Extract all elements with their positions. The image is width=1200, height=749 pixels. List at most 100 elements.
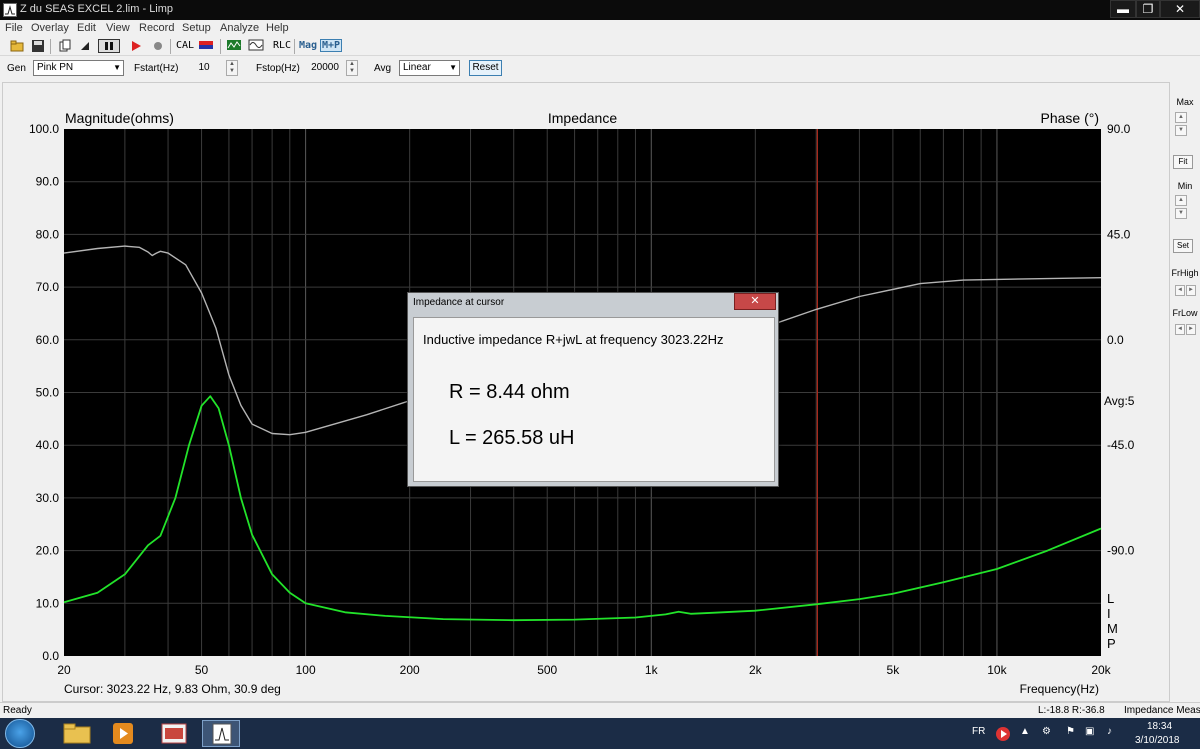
min-up-icon[interactable]: ▲ [1175,195,1187,206]
gen-label: Gen [7,63,26,74]
rlc-button[interactable]: RLC [273,40,291,51]
dialog-close-button[interactable]: ✕ [734,293,776,310]
limp-app-icon[interactable] [202,720,240,747]
y-tick-label-left: 100.0 [29,122,59,136]
max-label: Max [1176,97,1194,107]
play-icon[interactable] [129,39,143,53]
reset-button[interactable]: Reset [469,60,502,76]
inductance-value: L = 265.58 uH [449,427,575,449]
x-tick-label: 5k [887,663,901,677]
fstop-stepper[interactable]: ▲ ▼ [346,60,358,76]
fstart-stepper[interactable]: ▲ ▼ [226,60,238,76]
x-axis-label: Frequency(Hz) [1020,682,1099,696]
monitor-tray-icon[interactable]: ▣ [1085,726,1094,737]
calibrate-icon[interactable] [198,39,214,53]
y-tick-label-left: 60.0 [36,333,60,347]
y-tick-label-right: -90.0 [1107,544,1135,558]
menu-record[interactable]: Record [139,22,174,34]
min-down-icon[interactable]: ▼ [1175,208,1187,219]
y-tick-label-right: -45.0 [1107,438,1135,452]
max-down-icon[interactable]: ▼ [1175,125,1187,136]
open-file-icon[interactable] [10,39,24,53]
y-tick-label-right: 90.0 [1107,122,1131,136]
fit-button[interactable]: Fit [1173,155,1193,169]
y-axis-label-left: Magnitude(ohms) [65,110,174,126]
x-tick-label: 100 [296,663,316,677]
x-tick-label: 10k [987,663,1007,677]
explorer-icon[interactable] [58,720,96,747]
clock-date[interactable]: 3/10/2018 [1135,735,1180,746]
menu-bar: File Overlay Edit View Record Setup Anal… [0,20,1200,37]
clock-time[interactable]: 18:34 [1147,721,1172,732]
frhigh-right-icon[interactable]: ► [1186,285,1196,296]
frlow-label: FrLow [1172,308,1198,318]
menu-file[interactable]: File [5,22,23,34]
max-up-icon[interactable]: ▲ [1175,112,1187,123]
limp-app-icon [3,3,17,17]
toolbar-separator [170,39,171,54]
network-tray-icon[interactable]: ⚙ [1042,726,1051,737]
minimize-button[interactable]: ▬ [1110,0,1136,18]
frhigh-left-icon[interactable]: ◄ [1175,285,1185,296]
app-tray-icon[interactable] [995,726,1011,742]
title-bar: Z du SEAS EXCEL 2.lim - Limp ▬ ❐ ✕ [0,0,1200,20]
menu-view[interactable]: View [106,22,130,34]
status-text: Ready [3,705,32,716]
set-button[interactable]: Set [1173,239,1193,253]
dialog-title: Impedance at cursor [413,297,505,308]
copy-icon[interactable] [58,39,72,53]
y-axis-label-right: Phase (°) [1040,110,1099,126]
toolbar: CAL RLC Mag M+P [0,37,1200,56]
media-player-icon[interactable] [104,720,142,747]
frlow-left-icon[interactable]: ◄ [1175,324,1185,335]
x-tick-label: 2k [749,663,763,677]
waveform-icon[interactable] [248,39,264,53]
status-mode: Impedance Measur [1124,705,1200,716]
calibrate-button[interactable]: CAL [176,40,194,51]
frlow-right-icon[interactable]: ► [1186,324,1196,335]
dialog-body: Inductive impedance R+jwL at frequency 3… [413,317,775,482]
show-hidden-icons-icon[interactable]: ▲ [1020,726,1030,737]
record-icon[interactable] [151,39,165,53]
fstop-input[interactable]: 20000 [307,60,343,76]
mag-phase-button[interactable]: M+P [320,39,343,52]
fstart-input[interactable]: 10 [190,60,218,76]
save-icon[interactable] [31,39,45,53]
x-tick-label: 50 [195,663,209,677]
fstop-label: Fstop(Hz) [256,63,300,74]
min-label: Min [1177,181,1193,191]
maximize-button[interactable]: ❐ [1136,0,1160,18]
avg-value: Linear [403,62,431,73]
menu-setup[interactable]: Setup [182,22,211,34]
signal-icon[interactable] [226,39,242,53]
pause-icon[interactable] [98,39,120,53]
volume-icon[interactable]: ♪ [1107,726,1112,737]
flag-tray-icon[interactable]: ⚑ [1066,726,1075,737]
chart-title: Impedance [548,110,617,126]
avg-select[interactable]: Linear ▼ [399,60,460,76]
avg-label: Avg:5 [1104,394,1135,408]
x-tick-label: 20k [1091,663,1111,677]
photo-app-icon[interactable] [155,720,193,747]
resistance-value: R = 8.44 ohm [449,381,570,403]
menu-overlay[interactable]: Overlay [31,22,69,34]
generator-select[interactable]: Pink PN ▼ [33,60,124,76]
status-levels: L:-18.8 R:-36.8 [1038,705,1105,716]
mag-button[interactable]: Mag [299,40,317,51]
menu-analyze[interactable]: Analyze [220,22,259,34]
impedance-at-cursor-dialog: Impedance at cursor ✕ Inductive impedanc… [407,292,779,487]
toolbar-separator [50,39,51,54]
windows-start-icon[interactable] [5,719,35,748]
close-button[interactable]: ✕ [1160,0,1200,18]
play-single-icon[interactable] [78,39,92,53]
generator-controls: Gen Pink PN ▼ Fstart(Hz) 10 ▲ ▼ Fstop(Hz)… [0,56,1200,80]
language-indicator[interactable]: FR [972,726,985,737]
menu-edit[interactable]: Edit [77,22,96,34]
chevron-down-icon: ▼ [449,63,457,72]
menu-help[interactable]: Help [266,22,289,34]
y-tick-label-right: 0.0 [1107,333,1124,347]
window-title: Z du SEAS EXCEL 2.lim - Limp [20,3,174,15]
dialog-description: Inductive impedance R+jwL at frequency 3… [423,332,724,347]
limp-side-letter: M [1107,621,1118,636]
avg-label: Avg [374,63,392,74]
